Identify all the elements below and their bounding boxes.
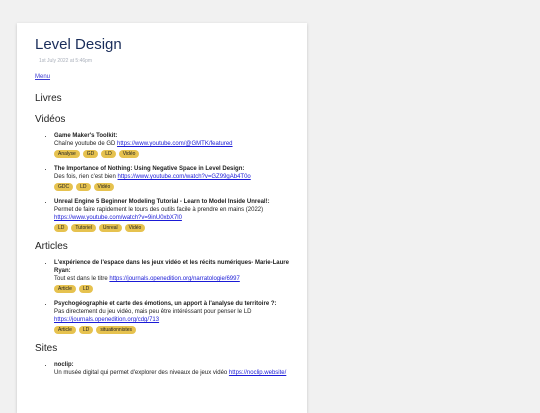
tag-pill[interactable]: LD: [78, 285, 94, 293]
item-description: Tout est dans le titre https://journals.…: [54, 275, 289, 283]
tag-list: Analyse GD LD Vidéo: [54, 150, 289, 158]
tag-pill[interactable]: Vidéo: [124, 224, 146, 232]
tag-pill[interactable]: situationnistes: [96, 326, 136, 334]
page-date: 1st July 2022 at 5:46pm: [39, 58, 93, 64]
item-title: The Importance of Nothing: Using Negativ…: [54, 166, 245, 172]
item-description-text: Chaîne youtube de GD: [54, 141, 118, 147]
tag-pill[interactable]: Article: [54, 285, 76, 293]
item-description-text: Pas directement du jeu vidéo, mais peu ê…: [54, 309, 252, 315]
item-title: noclip:: [54, 362, 74, 368]
videos-list: Game Maker's Toolkit:Chaîne youtube de G…: [35, 132, 289, 232]
list-item: Game Maker's Toolkit:Chaîne youtube de G…: [54, 132, 289, 158]
item-link[interactable]: https://noclip.website/: [229, 370, 286, 376]
tiddler-card: Level Design 1st July 2022 at 5:46pm Men…: [17, 23, 307, 413]
item-title: Game Maker's Toolkit:: [54, 133, 118, 139]
item-description: Chaîne youtube de GD https://www.youtube…: [54, 140, 289, 148]
tag-pill[interactable]: Vidéo: [93, 183, 115, 191]
item-description: Un musée digital qui permet d'explorer d…: [54, 369, 289, 377]
item-description-text: Permet de faire rapidement le tours des …: [54, 207, 264, 213]
tag-pill[interactable]: GDC: [54, 183, 74, 191]
item-description: Permet de faire rapidement le tours des …: [54, 206, 289, 222]
tag-pill[interactable]: Article: [54, 326, 76, 334]
tag-list: Article LD: [54, 285, 289, 293]
item-description-text: Des fois, rien c'est bien: [54, 174, 118, 180]
tag-pill[interactable]: LD: [54, 224, 69, 232]
list-item: noclip: Un musée digital qui permet d'exp…: [54, 361, 289, 377]
section-heading-livres: Livres: [35, 93, 62, 104]
item-description-text: Un musée digital qui permet d'explorer d…: [54, 370, 229, 376]
item-description: Des fois, rien c'est bien https://www.yo…: [54, 173, 289, 181]
section-heading-sites: Sites: [35, 343, 58, 354]
page-title: Level Design: [35, 36, 122, 53]
item-link[interactable]: https://journals.openedition.org/cdg/713: [54, 317, 159, 323]
tag-pill[interactable]: Tutoriel: [71, 224, 96, 232]
articles-list: L'expérience de l'espace dans les jeux v…: [35, 259, 289, 334]
tag-pill[interactable]: LD: [101, 150, 116, 158]
tag-list: LD Tutoriel Unreal Vidéo: [54, 224, 289, 232]
menu-link[interactable]: Menu: [35, 73, 50, 81]
item-link[interactable]: https://www.youtube.com/watch?v=9inU0xbX…: [54, 215, 182, 221]
item-title: Psychogéographie et carte des émotions, …: [54, 301, 277, 307]
list-item: L'expérience de l'espace dans les jeux v…: [54, 259, 289, 293]
list-item: Psychogéographie et carte des émotions, …: [54, 300, 289, 334]
tag-list: GDC LD Vidéo: [54, 183, 289, 191]
tag-pill[interactable]: GD: [82, 150, 99, 158]
tag-pill[interactable]: Unreal: [98, 224, 122, 232]
item-link[interactable]: https://journals.openedition.org/narrato…: [109, 276, 239, 282]
tag-pill[interactable]: LD: [78, 326, 94, 334]
item-link[interactable]: https://www.youtube.com/watch?v=GZ99gAb4…: [118, 174, 251, 180]
tag-pill[interactable]: Analyse: [54, 150, 80, 158]
list-item: The Importance of Nothing: Using Negativ…: [54, 165, 289, 191]
tag-list: Article LD situationnistes: [54, 326, 289, 334]
tag-pill[interactable]: Vidéo: [118, 150, 140, 158]
section-heading-articles: Articles: [35, 241, 68, 252]
item-description: Pas directement du jeu vidéo, mais peu ê…: [54, 308, 289, 324]
item-title: Unreal Engine 5 Beginner Modeling Tutori…: [54, 199, 270, 205]
item-title: L'expérience de l'espace dans les jeux v…: [54, 260, 289, 274]
tag-pill[interactable]: LD: [76, 183, 91, 191]
section-heading-videos: Vidéos: [35, 114, 66, 125]
item-link[interactable]: https://www.youtube.com/@GMTK/featured: [117, 141, 232, 147]
item-description-text: Tout est dans le titre: [54, 276, 110, 282]
sites-list: noclip: Un musée digital qui permet d'exp…: [35, 361, 289, 377]
list-item: Unreal Engine 5 Beginner Modeling Tutori…: [54, 198, 289, 232]
